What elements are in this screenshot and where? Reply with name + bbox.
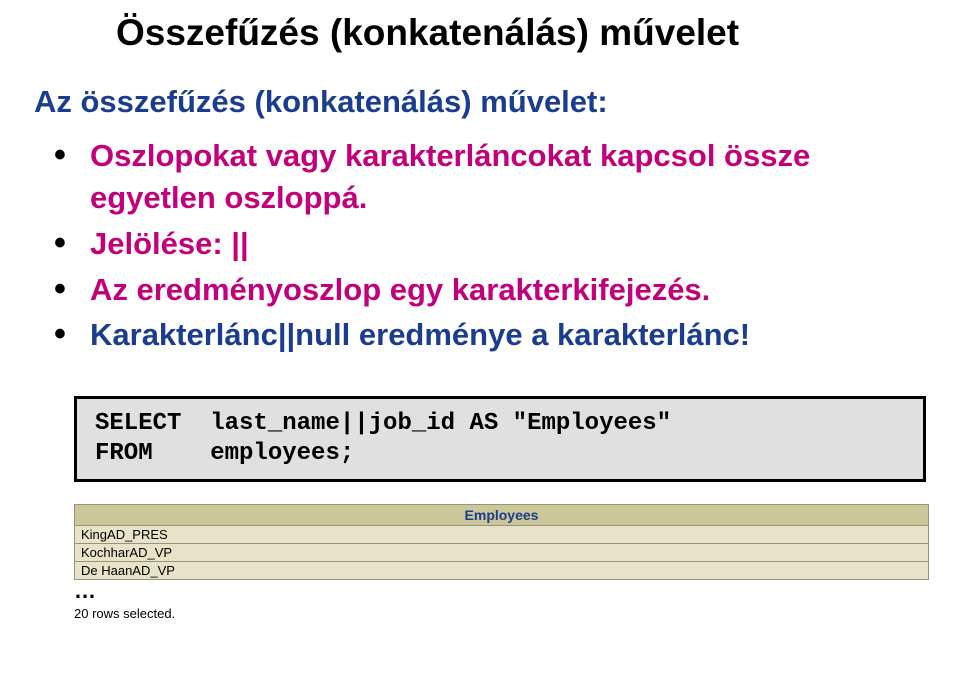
bullet-item: Karakterlánc||null eredménye a karakterl… bbox=[48, 314, 930, 356]
table-cell: KochharAD_VP bbox=[75, 544, 929, 562]
ellipsis: … bbox=[74, 578, 930, 604]
bullet-item: Az eredményoszlop egy karakterkifejezés. bbox=[48, 269, 930, 311]
slide-subtitle: Az összefűzés (konkatenálás) művelet: bbox=[34, 84, 930, 120]
table-cell: De HaanAD_VP bbox=[75, 562, 929, 580]
table-cell: KingAD_PRES bbox=[75, 526, 929, 544]
table-row: De HaanAD_VP bbox=[75, 562, 929, 580]
table-row: KingAD_PRES bbox=[75, 526, 929, 544]
table-header: Employees bbox=[75, 505, 929, 526]
slide-title: Összefűzés (konkatenálás) művelet bbox=[116, 12, 930, 54]
rows-selected-text: 20 rows selected. bbox=[74, 606, 930, 621]
bullet-item: Jelölése: || bbox=[48, 223, 930, 265]
table-row: KochharAD_VP bbox=[75, 544, 929, 562]
result-table: Employees KingAD_PRES KochharAD_VP De Ha… bbox=[74, 504, 929, 580]
sql-code-block: SELECT last_name||job_id AS "Employees" … bbox=[74, 396, 926, 482]
bullet-list: Oszlopokat vagy karakterláncokat kapcsol… bbox=[48, 135, 930, 356]
bullet-item: Oszlopokat vagy karakterláncokat kapcsol… bbox=[48, 135, 930, 219]
